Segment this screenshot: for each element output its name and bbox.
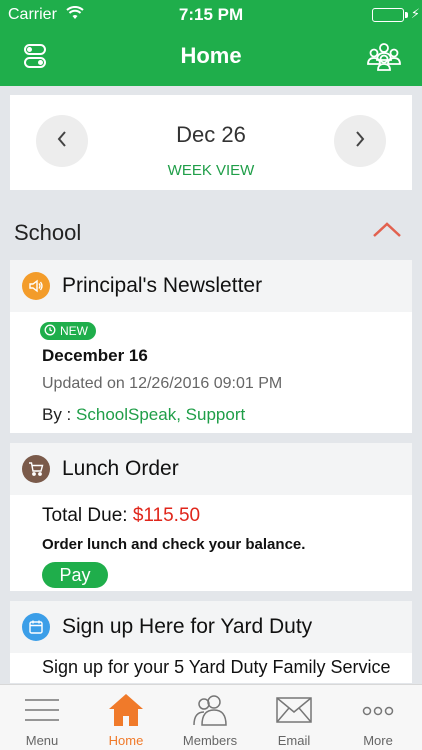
card-header: Sign up Here for Yard Duty: [10, 601, 412, 653]
by-label: By :: [42, 405, 72, 424]
lunch-order-card[interactable]: Lunch Order Total Due: $115.50 Order lun…: [10, 443, 412, 591]
ellipsis-icon: [358, 693, 398, 727]
group-icon[interactable]: [366, 40, 402, 72]
yard-duty-text: Sign up for your 5 Yard Duty Family Serv…: [42, 657, 391, 677]
card-header: Principal's Newsletter: [10, 260, 412, 312]
tab-label: Menu: [25, 733, 59, 748]
yard-duty-card[interactable]: Sign up Here for Yard Duty Sign up for y…: [10, 601, 412, 683]
clock: 7:15 PM: [178, 5, 244, 24]
byline: By : SchoolSpeak, Support: [42, 405, 245, 425]
page-title: Home: [180, 43, 242, 68]
total-due-label: Total Due:: [42, 505, 128, 526]
house-icon: [106, 693, 146, 727]
next-week-button[interactable]: [334, 115, 386, 167]
section-title: School: [14, 220, 82, 245]
charging-icon: ⚡: [410, 6, 420, 21]
card-title: Sign up Here for Yard Duty: [62, 615, 313, 638]
card-title: Lunch Order: [62, 457, 179, 480]
status-bar: Carrier 7:15 PM ⚡: [0, 0, 422, 30]
pay-button[interactable]: Pay: [42, 562, 108, 588]
speaker-icon: [22, 272, 50, 300]
battery-icon: [372, 8, 404, 22]
cart-icon: [22, 455, 50, 483]
members-icon: [190, 693, 230, 727]
total-due-amount: $115.50: [132, 505, 201, 526]
tab-label: More: [363, 733, 393, 748]
chevron-right-icon: [354, 130, 366, 153]
tab-more[interactable]: More: [336, 685, 420, 750]
envelope-icon: [274, 693, 314, 727]
tab-members[interactable]: Members: [168, 685, 252, 750]
tab-label: Members: [182, 733, 238, 748]
tab-home[interactable]: Home: [84, 685, 168, 750]
card-header: Lunch Order: [10, 443, 412, 495]
newsletter-heading: December 16: [42, 346, 148, 365]
navigation-bar: Home: [0, 30, 422, 86]
date-picker: Dec 26 WEEK VIEW: [10, 95, 412, 190]
badge-label: NEW: [60, 324, 88, 338]
tab-label: Email: [277, 733, 311, 748]
calendar-icon: [22, 613, 50, 641]
total-due: Total Due: $115.50: [42, 505, 200, 527]
tab-menu[interactable]: Menu: [0, 685, 84, 750]
updated-timestamp: Updated on 12/26/2016 09:01 PM: [42, 375, 283, 392]
new-badge: NEW: [40, 322, 96, 340]
tab-email[interactable]: Email: [252, 685, 336, 750]
chevron-up-icon[interactable]: [372, 221, 402, 239]
author-link[interactable]: SchoolSpeak, Support: [76, 405, 245, 424]
lunch-description: Order lunch and check your balance.: [42, 536, 306, 553]
tab-bar: Menu Home Members Email More: [0, 684, 422, 750]
section-header[interactable]: School: [0, 207, 422, 257]
newsletter-card[interactable]: Principal's Newsletter NEW December 16 U…: [10, 260, 412, 433]
hamburger-icon: [22, 693, 62, 727]
tab-label: Home: [108, 733, 144, 748]
card-title: Principal's Newsletter: [62, 274, 263, 297]
clock-icon: [44, 324, 56, 339]
